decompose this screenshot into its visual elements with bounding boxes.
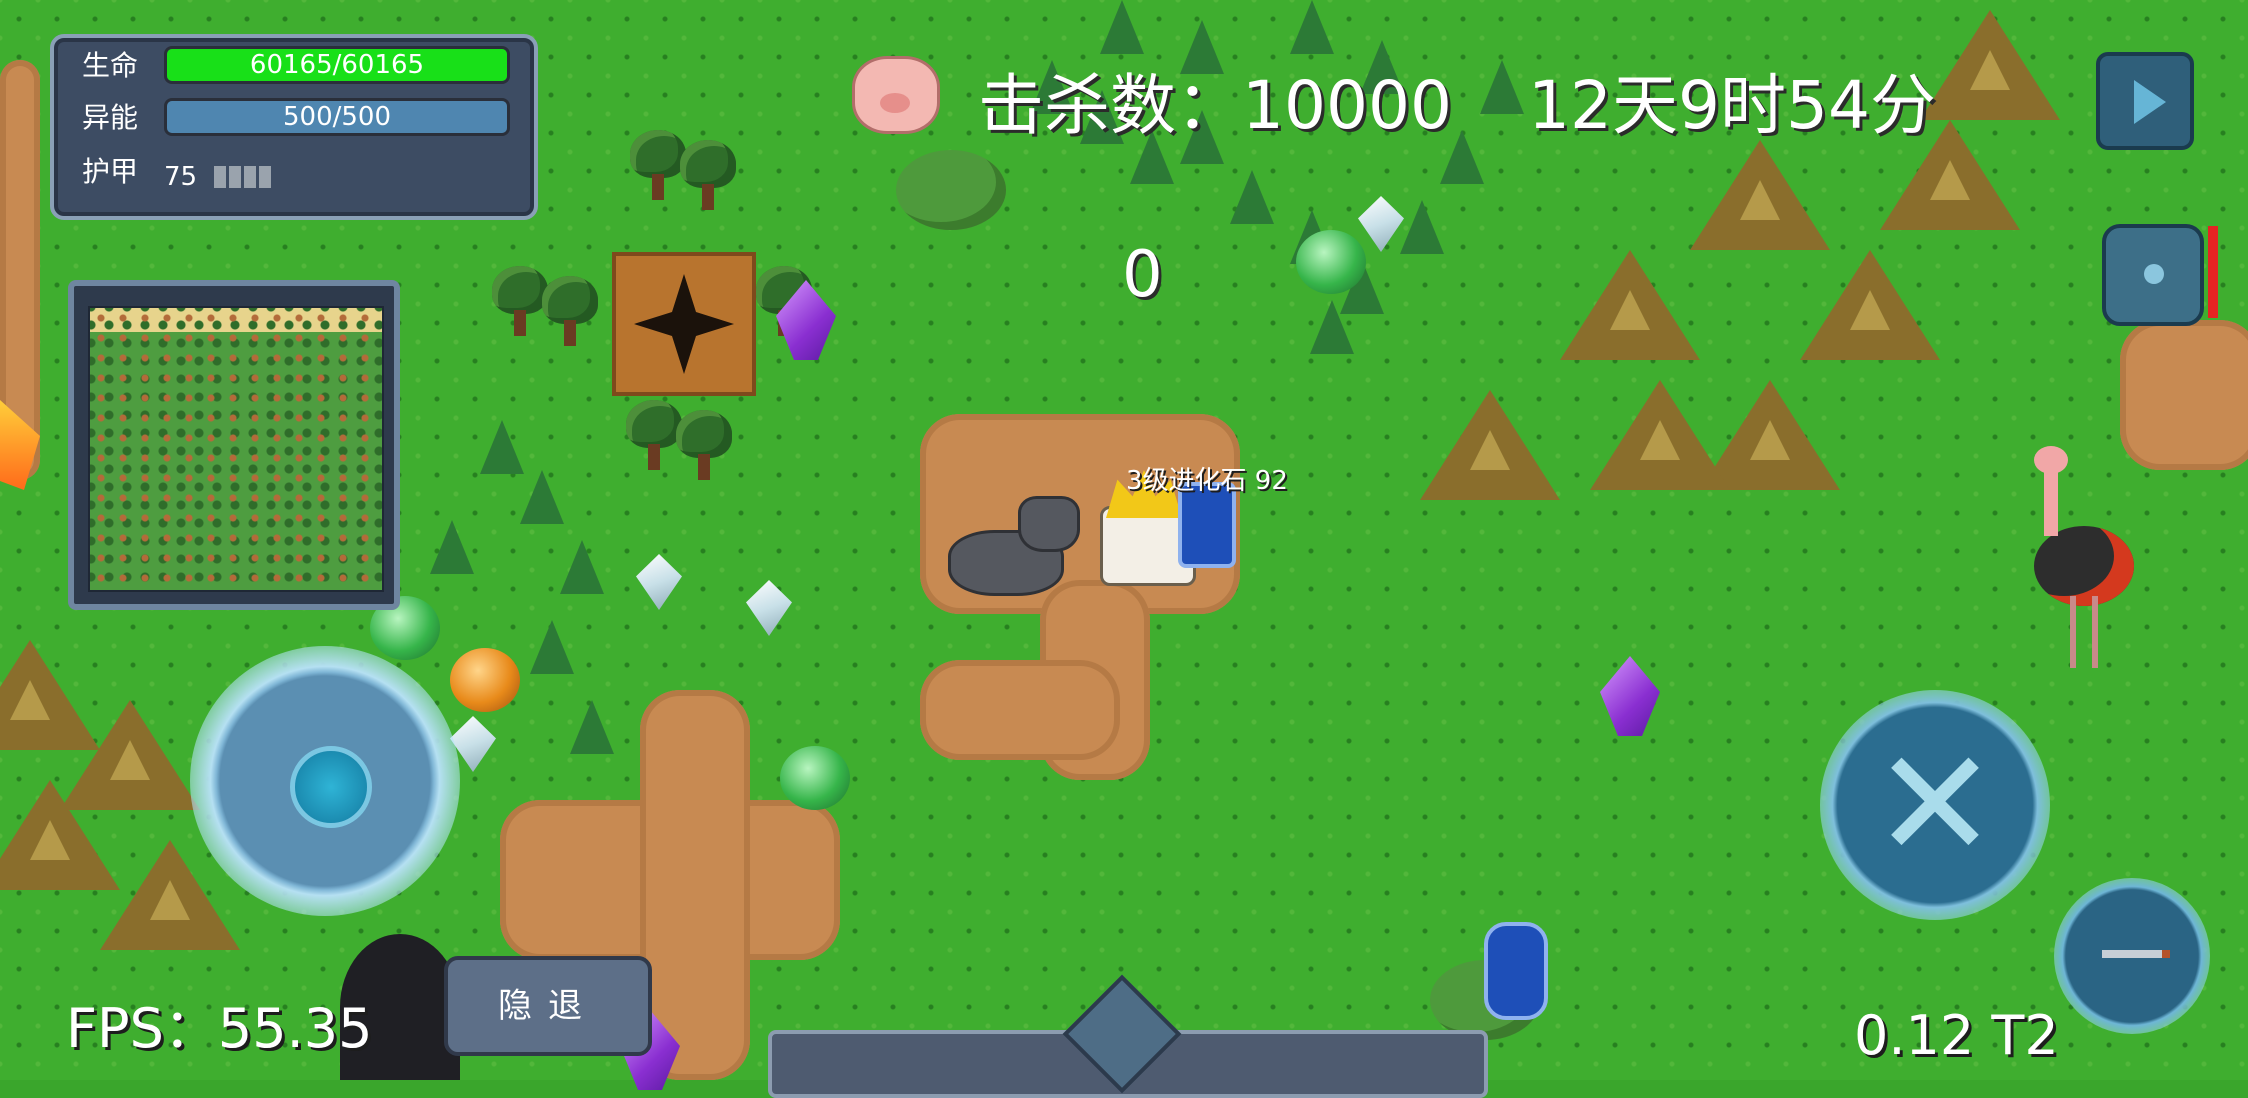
wolf-pet	[948, 496, 1080, 596]
play-button[interactable]	[2096, 52, 2194, 150]
play-icon	[2134, 80, 2166, 124]
fps-counter: FPS：55.35	[66, 997, 373, 1060]
skill-button[interactable]	[2054, 878, 2210, 1034]
mountain	[1920, 10, 2060, 120]
bag-button[interactable]	[2102, 224, 2204, 326]
pine-tree	[1100, 0, 1144, 54]
ostrich-enemy	[2014, 446, 2134, 676]
pine-tree	[520, 470, 564, 524]
mountain	[1560, 250, 1700, 360]
pine-tree	[480, 420, 524, 474]
pickup-label: 3级进化石 92	[1126, 466, 1288, 496]
hp-label: 生命	[82, 49, 139, 82]
mountain	[1800, 250, 1940, 360]
retreat-label: 隐退	[498, 986, 598, 1026]
armor-pips	[214, 166, 314, 190]
pig-icon	[852, 56, 940, 134]
green-gem	[780, 746, 850, 810]
mountain	[1690, 140, 1830, 250]
energy-label: 异能	[82, 101, 139, 134]
bag-icon	[2144, 264, 2164, 284]
version-label: 0.12 T2	[1854, 1004, 2059, 1067]
pine-tree	[570, 700, 614, 754]
red-indicator	[2208, 226, 2218, 318]
pine-tree	[430, 520, 474, 574]
pine-tree	[530, 620, 574, 674]
tree	[626, 400, 682, 470]
kill-count: 击杀数：10000	[978, 67, 1452, 144]
armor-label: 护甲	[82, 155, 139, 188]
knife-icon	[2102, 950, 2170, 958]
pine-tree	[1310, 300, 1354, 354]
tree	[492, 266, 548, 336]
pine-tree	[1230, 170, 1274, 224]
pine-tree	[560, 540, 604, 594]
combo-count: 0	[1122, 238, 1163, 312]
pine-tree	[1400, 200, 1444, 254]
attack-button[interactable]: ✕	[1820, 690, 2050, 920]
orange-gem	[450, 648, 520, 712]
pine-tree	[1480, 60, 1524, 114]
pit-tile	[612, 252, 756, 396]
mountain	[1420, 390, 1560, 500]
tree	[630, 130, 686, 200]
energy-value: 500/500	[282, 102, 391, 132]
dirt-path	[2120, 320, 2248, 470]
bush	[896, 150, 1006, 230]
joystick-knob[interactable]	[290, 746, 372, 828]
tree	[676, 410, 732, 480]
energy-bar: 500/500	[164, 98, 510, 136]
hp-bar: 60165/60165	[164, 46, 510, 84]
mountain	[1590, 380, 1730, 490]
pine-tree	[1290, 0, 1334, 54]
game-time: 12天9时54分	[1528, 67, 1936, 144]
tree	[542, 276, 598, 346]
stats-panel: 生命 60165/60165 异能 500/500 护甲 75	[50, 34, 538, 220]
hp-value: 60165/60165	[249, 50, 425, 80]
tree	[680, 140, 736, 210]
dirt-path	[920, 660, 1120, 760]
green-gem	[1296, 230, 1366, 294]
retreat-button[interactable]: 隐退	[444, 956, 652, 1056]
blue-gem	[1484, 922, 1548, 1020]
minimap[interactable]	[68, 280, 400, 610]
crossed-swords-icon: ✕	[1872, 718, 1998, 892]
armor-value: 75	[164, 162, 198, 192]
